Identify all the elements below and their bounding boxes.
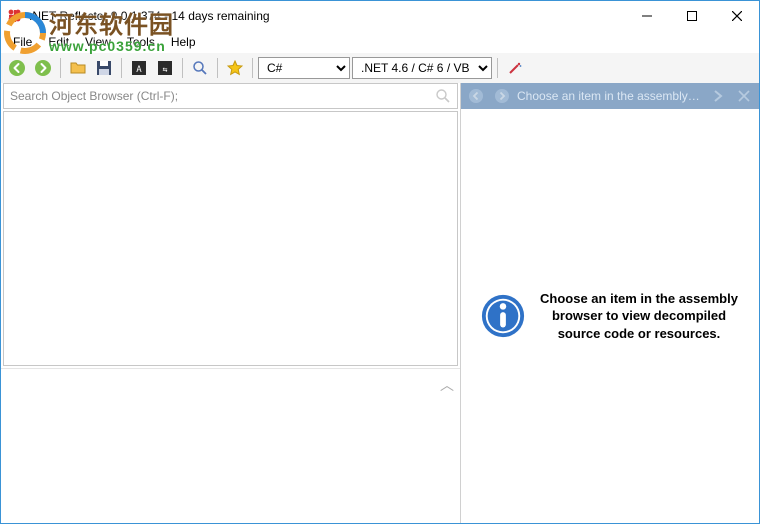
chevron-right-icon[interactable] bbox=[707, 85, 729, 107]
search-icon bbox=[435, 88, 451, 104]
back-button[interactable] bbox=[5, 56, 29, 80]
object-browser-search bbox=[3, 83, 458, 109]
asm-vb-icon: ⇆ bbox=[157, 60, 173, 76]
search-button[interactable] bbox=[188, 56, 212, 80]
app-window: .NET Reflector 9.0.1.374 - 14 days remai… bbox=[0, 0, 760, 524]
app-icon bbox=[7, 8, 23, 24]
forward-icon bbox=[34, 59, 52, 77]
body-area: ︿ Choose an item in the assembly browser… bbox=[1, 83, 759, 523]
wand-icon bbox=[507, 60, 523, 76]
titlebar: .NET Reflector 9.0.1.374 - 14 days remai… bbox=[1, 1, 759, 31]
search-icon bbox=[192, 60, 208, 76]
wand-button[interactable] bbox=[503, 56, 527, 80]
open-folder-icon bbox=[70, 60, 86, 76]
open-button[interactable] bbox=[66, 56, 90, 80]
svg-text:⇆: ⇆ bbox=[163, 65, 168, 74]
back-icon[interactable] bbox=[465, 85, 487, 107]
right-pane: Choose an item in the assembly browser t… bbox=[461, 83, 759, 523]
code-pane-header-text: Choose an item in the assembly browser t… bbox=[517, 89, 703, 103]
save-button[interactable] bbox=[92, 56, 116, 80]
menu-file[interactable]: File bbox=[5, 33, 40, 51]
forward-icon[interactable] bbox=[491, 85, 513, 107]
menubar: File Edit View Tools Help bbox=[1, 31, 759, 53]
view-code-a-button[interactable]: A bbox=[127, 56, 151, 80]
maximize-button[interactable] bbox=[669, 1, 714, 30]
details-pane: ︿ bbox=[1, 368, 460, 523]
forward-button[interactable] bbox=[31, 56, 55, 80]
close-icon bbox=[732, 11, 742, 21]
toolbar-separator bbox=[182, 58, 183, 78]
left-pane: ︿ bbox=[1, 83, 461, 523]
framework-select[interactable]: .NET 4.6 / C# 6 / VB bbox=[352, 57, 492, 79]
info-icon bbox=[480, 293, 526, 339]
toolbar-separator bbox=[60, 58, 61, 78]
chevron-up-icon[interactable]: ︿ bbox=[440, 375, 454, 395]
close-button[interactable] bbox=[714, 1, 759, 30]
empty-hint-text: Choose an item in the assembly browser t… bbox=[538, 290, 740, 343]
svg-text:A: A bbox=[136, 65, 142, 75]
toolbar-separator bbox=[497, 58, 498, 78]
asm-c-icon: A bbox=[131, 60, 147, 76]
minimize-button[interactable] bbox=[624, 1, 669, 30]
favorite-icon bbox=[227, 60, 243, 76]
menu-tools[interactable]: Tools bbox=[119, 33, 163, 51]
window-title: .NET Reflector 9.0.1.374 - 14 days remai… bbox=[29, 9, 270, 23]
save-icon bbox=[96, 60, 112, 76]
toolbar-separator bbox=[217, 58, 218, 78]
search-input[interactable] bbox=[10, 89, 435, 103]
back-icon bbox=[8, 59, 26, 77]
code-pane-header: Choose an item in the assembly browser t… bbox=[461, 83, 759, 109]
menu-view[interactable]: View bbox=[77, 33, 119, 51]
menu-edit[interactable]: Edit bbox=[40, 33, 77, 51]
close-pane-icon[interactable] bbox=[733, 85, 755, 107]
favorite-button[interactable] bbox=[223, 56, 247, 80]
toolbar-separator bbox=[252, 58, 253, 78]
toolbar: A ⇆ C# .NET 4.6 / C# 6 / VB bbox=[1, 53, 759, 83]
window-controls bbox=[624, 1, 759, 30]
toolbar-separator bbox=[121, 58, 122, 78]
view-code-b-button[interactable]: ⇆ bbox=[153, 56, 177, 80]
maximize-icon bbox=[687, 11, 697, 21]
code-pane-body: Choose an item in the assembly browser t… bbox=[461, 109, 759, 523]
minimize-icon bbox=[642, 11, 652, 21]
menu-help[interactable]: Help bbox=[163, 33, 204, 51]
empty-hint: Choose an item in the assembly browser t… bbox=[480, 290, 740, 343]
language-select[interactable]: C# bbox=[258, 57, 350, 79]
object-browser-tree[interactable] bbox=[3, 111, 458, 366]
